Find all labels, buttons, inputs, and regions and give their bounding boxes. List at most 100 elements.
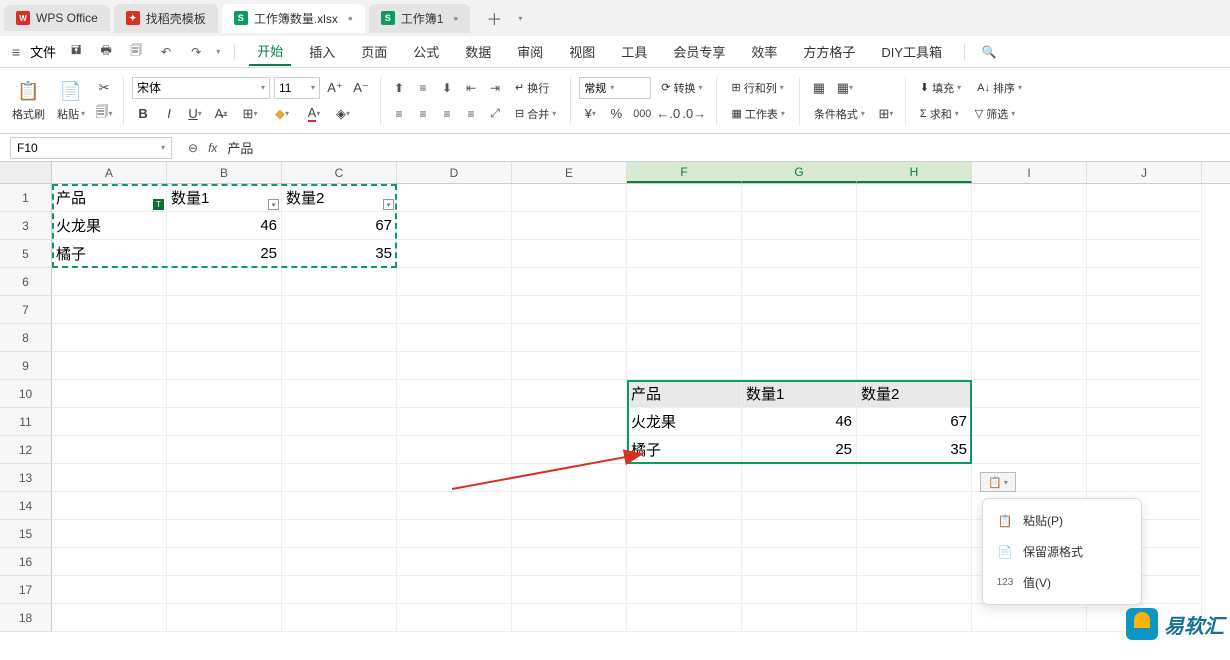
paste-option-keep-source[interactable]: 📄 保留源格式 — [983, 536, 1141, 567]
paste-option-paste[interactable]: 📋 粘贴(P) — [983, 505, 1141, 536]
fx-icon[interactable]: fx — [208, 141, 217, 155]
tab-daoke[interactable]: ✦ 找稻壳模板 — [114, 4, 218, 33]
filter-dropdown-icon[interactable]: ▾ — [383, 199, 394, 210]
underline-button[interactable]: U▾ — [184, 103, 206, 125]
hamburger-icon[interactable]: ≡ — [12, 44, 20, 60]
ribbon-tab-view[interactable]: 视图 — [561, 38, 603, 65]
row-header[interactable]: 17 — [0, 576, 52, 604]
decrease-indent-button[interactable]: ⇤ — [461, 78, 481, 98]
row-header[interactable]: 11 — [0, 408, 52, 436]
row-header[interactable]: 6 — [0, 268, 52, 296]
save-button[interactable]: 🖬 — [66, 42, 86, 62]
sum-button[interactable]: Σ 求和▾ — [914, 103, 965, 125]
col-header[interactable]: C — [282, 162, 397, 183]
tab-wps-home[interactable]: W WPS Office — [4, 5, 110, 31]
comma-button[interactable]: 000 — [631, 103, 653, 125]
col-header[interactable]: G — [742, 162, 857, 183]
decrease-font-button[interactable]: A⁻ — [350, 77, 372, 99]
row-header[interactable]: 3 — [0, 212, 52, 240]
cell[interactable] — [397, 184, 512, 212]
cell[interactable]: 35 — [282, 240, 397, 268]
align-right-button[interactable]: ≡ — [437, 104, 457, 124]
cell[interactable]: 数量2 — [857, 380, 972, 408]
font-name-select[interactable]: 宋体▾ — [132, 77, 270, 99]
cell[interactable]: 橘子 — [627, 436, 742, 464]
align-middle-button[interactable]: ≡ — [413, 78, 433, 98]
table-style-button[interactable]: ▦ — [808, 77, 830, 99]
col-header[interactable]: B — [167, 162, 282, 183]
ribbon-tab-page[interactable]: 页面 — [353, 38, 395, 65]
ribbon-tab-efficiency[interactable]: 效率 — [743, 38, 785, 65]
row-header[interactable]: 14 — [0, 492, 52, 520]
ribbon-tab-tools[interactable]: 工具 — [613, 38, 655, 65]
merge-cells-button[interactable]: ⊟ 合并▾ — [509, 103, 562, 125]
align-bottom-button[interactable]: ⬇ — [437, 78, 457, 98]
increase-decimal-button[interactable]: ←.0 — [657, 103, 679, 125]
worksheet-button[interactable]: ▦ 工作表▾ — [725, 103, 790, 125]
new-tab-button[interactable]: ＋ — [474, 6, 514, 30]
align-left-button[interactable]: ≡ — [389, 104, 409, 124]
cell[interactable]: 数量2 — [282, 184, 397, 212]
tab-menu-dropdown[interactable]: ▾ — [518, 14, 522, 23]
formula-input[interactable]: 产品 — [227, 138, 253, 157]
cell[interactable]: 数量1 — [167, 184, 282, 212]
cell[interactable] — [972, 184, 1087, 212]
cell[interactable]: 46 — [167, 212, 282, 240]
cell[interactable]: 67 — [282, 212, 397, 240]
filter-dropdown-icon[interactable]: ▾ — [268, 199, 279, 210]
paste-option-values[interactable]: 123 值(V) — [983, 567, 1141, 598]
cell[interactable] — [1087, 184, 1202, 212]
currency-button[interactable]: ¥▾ — [579, 103, 601, 125]
cell-style-button[interactable]: ▦▾ — [834, 77, 856, 99]
convert-button[interactable]: ⟳ 转换▾ — [655, 77, 708, 99]
cell[interactable] — [512, 184, 627, 212]
cell[interactable] — [627, 184, 742, 212]
font-color-button[interactable]: A▾ — [300, 103, 328, 125]
cell[interactable]: 35 — [857, 436, 972, 464]
orientation-button[interactable]: ⤢ — [485, 104, 505, 124]
row-col-button[interactable]: ⊞ 行和列▾ — [725, 77, 790, 99]
row-header[interactable]: 5 — [0, 240, 52, 268]
cell[interactable]: 46 — [742, 408, 857, 436]
increase-font-button[interactable]: A⁺ — [324, 77, 346, 99]
col-header[interactable]: F — [627, 162, 742, 183]
paste-options-button[interactable]: 📋▾ — [980, 472, 1016, 492]
paste-label[interactable]: 粘贴 — [57, 106, 79, 122]
format-painter-icon[interactable]: 📋 — [15, 80, 43, 104]
ribbon-tab-data[interactable]: 数据 — [457, 38, 499, 65]
font-size-select[interactable]: 11▾ — [274, 77, 320, 99]
file-menu[interactable]: 文件 — [30, 42, 56, 61]
ribbon-tab-ffgz[interactable]: 方方格子 — [795, 38, 863, 65]
fill-button[interactable]: ⬇ 填充▾ — [914, 77, 967, 99]
ribbon-tab-start[interactable]: 开始 — [249, 37, 291, 66]
table-corner-icon[interactable]: T — [153, 199, 164, 210]
row-header[interactable]: 10 — [0, 380, 52, 408]
preview-button[interactable]: 🗐 — [126, 42, 146, 62]
col-header[interactable]: I — [972, 162, 1087, 183]
ribbon-tab-member[interactable]: 会员专享 — [665, 38, 733, 65]
cell[interactable]: 25 — [742, 436, 857, 464]
clear-format-button[interactable]: ◈▾ — [332, 103, 354, 125]
align-top-button[interactable]: ⬆ — [389, 78, 409, 98]
row-header[interactable]: 12 — [0, 436, 52, 464]
cell[interactable] — [742, 184, 857, 212]
wrap-text-button[interactable]: ↵ 换行 — [509, 77, 555, 99]
cell[interactable]: 25 — [167, 240, 282, 268]
tab-file-1[interactable]: S 工作簿数量.xlsx • — [222, 4, 365, 33]
redo-button[interactable]: ↷ — [186, 42, 206, 62]
border-button[interactable]: ⊞▾ — [236, 103, 264, 125]
tab-file-2[interactable]: S 工作簿1 • — [369, 4, 471, 33]
col-header[interactable]: D — [397, 162, 512, 183]
col-header[interactable]: E — [512, 162, 627, 183]
ribbon-tab-review[interactable]: 审阅 — [509, 38, 551, 65]
qat-dropdown[interactable]: ▾ — [216, 47, 220, 56]
cell[interactable] — [857, 184, 972, 212]
row-header[interactable]: 1 — [0, 184, 52, 212]
fill-color-button[interactable]: ◆▾ — [268, 103, 296, 125]
conditional-format-button[interactable]: 条件格式▾ — [808, 103, 871, 125]
copy-button[interactable]: 🗐▾ — [93, 103, 115, 125]
name-box[interactable]: F10 ▾ — [10, 137, 172, 159]
ribbon-tab-formula[interactable]: 公式 — [405, 38, 447, 65]
decrease-decimal-button[interactable]: .0→ — [683, 103, 705, 125]
filter-button[interactable]: ▽ 筛选▾ — [969, 103, 1021, 125]
